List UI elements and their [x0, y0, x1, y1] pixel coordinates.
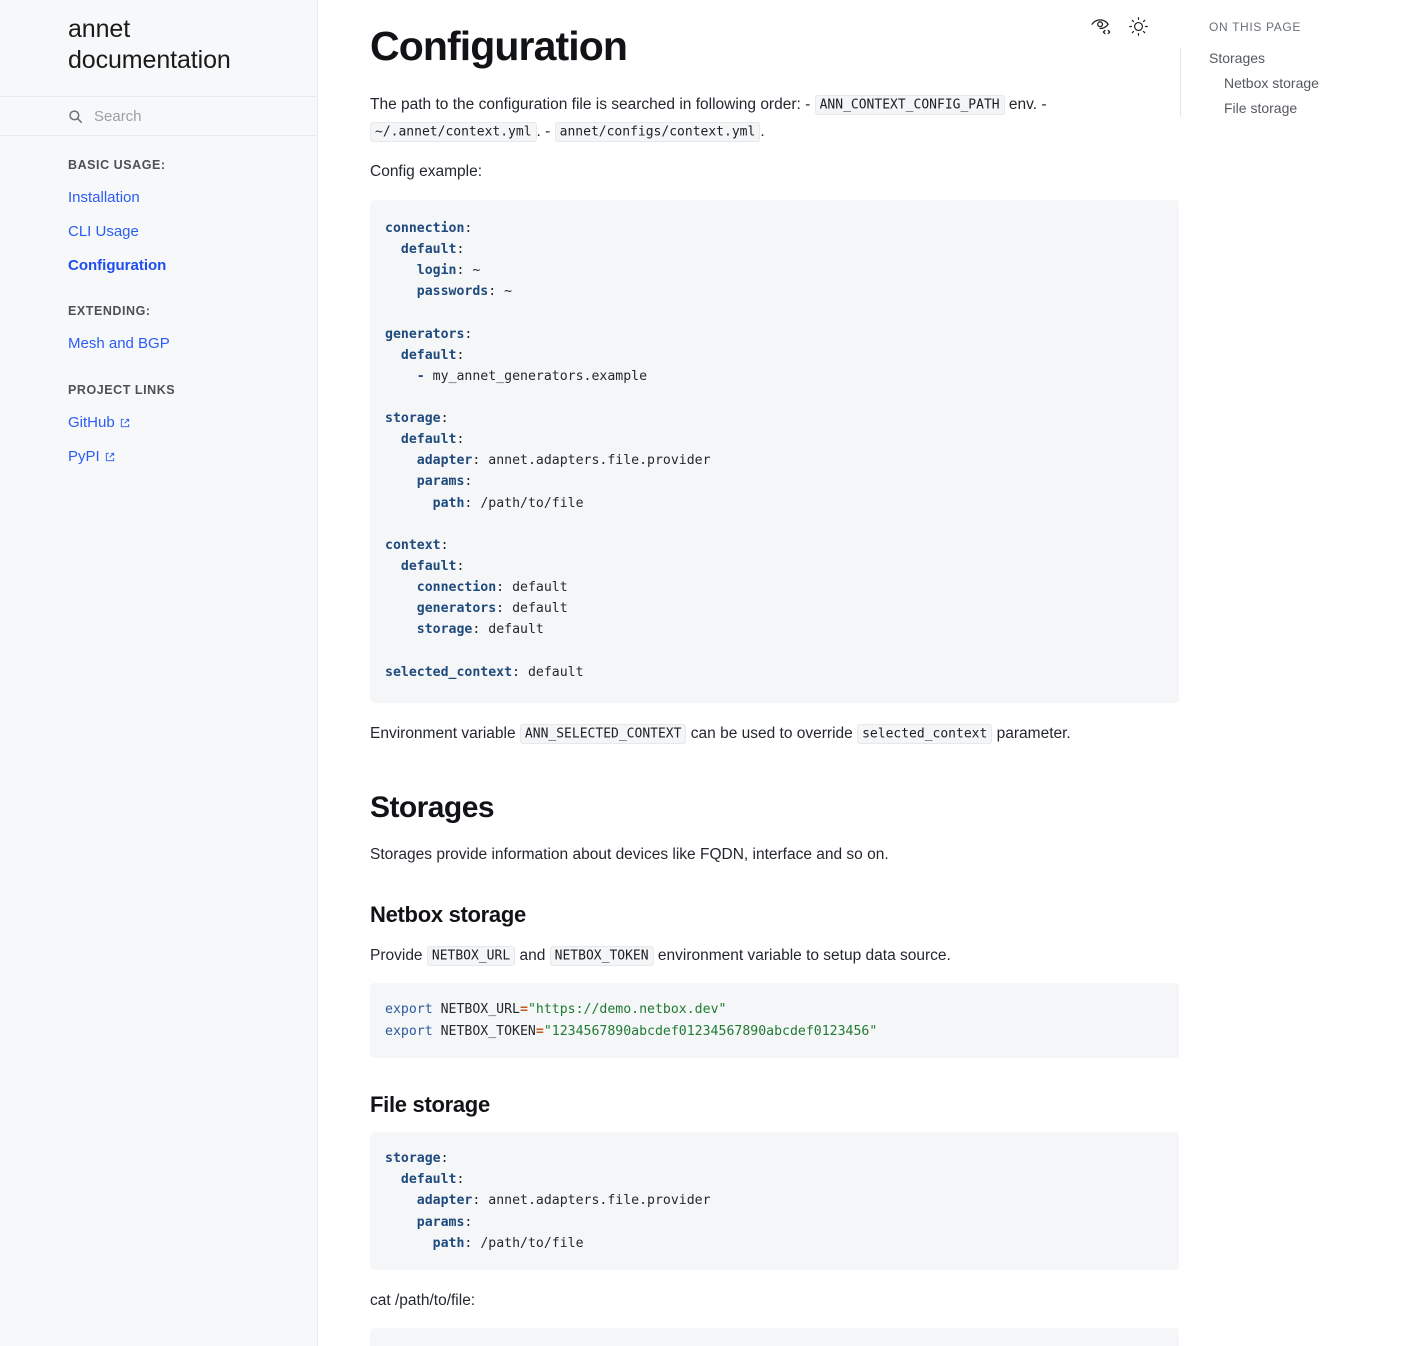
file-storage-yaml-code-block: storage: default: adapter: annet.adapter…: [370, 1132, 1179, 1270]
inline-code-netbox-token: NETBOX_TOKEN: [549, 946, 654, 967]
toc-item-storages[interactable]: Storages: [1209, 46, 1409, 71]
sidebar-nav: BASIC USAGE: Installation CLI Usage Conf…: [0, 136, 317, 474]
nav-group-title-basic-usage: BASIC USAGE:: [68, 158, 166, 172]
intro-text-mid2: . -: [536, 122, 551, 140]
sidebar-item-pypi[interactable]: PyPI: [0, 440, 317, 474]
inline-code-netbox-url: NETBOX_URL: [426, 946, 516, 967]
env-note-mid: can be used to override: [690, 724, 853, 742]
search-box[interactable]: [0, 96, 317, 136]
heading-file-storage: File storage: [370, 1091, 490, 1117]
env-note-before: Environment variable: [370, 724, 516, 742]
sidebar-item-github[interactable]: GitHub: [0, 406, 317, 440]
nav-group-title-project-links: PROJECT LINKS: [68, 383, 176, 397]
main-content-area: Configuration The path to the configurat…: [318, 0, 1179, 1346]
article: Configuration The path to the configurat…: [318, 23, 1179, 1346]
sidebar-item-installation[interactable]: Installation: [0, 181, 317, 215]
inline-code-ann-selected-context: ANN_SELECTED_CONTEXT: [519, 724, 687, 745]
inline-code-selected-context: selected_context: [857, 724, 993, 745]
netbox-paragraph: Provide NETBOX_URL and NETBOX_TOKEN envi…: [370, 943, 1179, 970]
heading-storages: Storages: [370, 791, 495, 825]
external-link-icon: [100, 448, 115, 465]
intro-text-after: .: [760, 122, 765, 140]
search-input[interactable]: [94, 107, 264, 125]
storages-paragraph: Storages provide information about devic…: [370, 845, 889, 863]
toc-item-netbox-storage[interactable]: Netbox storage: [1209, 71, 1409, 96]
netbox-bash-code-block: export NETBOX_URL="https://demo.netbox.d…: [370, 983, 1179, 1058]
inline-code-annet-configs-context-yml: annet/configs/context.yml: [554, 122, 761, 143]
sidebar: annet documentation BASIC USAGE: Install…: [0, 0, 318, 1346]
intro-text-before: The path to the configuration file is se…: [370, 95, 811, 113]
config-yaml-code-block: connection: default: login: ~ passwords:…: [370, 199, 1179, 703]
sidebar-item-configuration[interactable]: Configuration: [0, 249, 317, 283]
sidebar-item-cli-usage[interactable]: CLI Usage: [0, 215, 317, 249]
env-note-paragraph: Environment variable ANN_SELECTED_CONTEX…: [370, 721, 1179, 748]
inline-code-annet-context-yml: ~/.annet/context.yml: [370, 122, 537, 143]
sidebar-item-label: GitHub: [68, 414, 115, 431]
site-title: annet documentation: [68, 15, 231, 74]
external-link-icon: [115, 414, 130, 431]
intro-text-mid1: env. -: [1008, 95, 1047, 113]
devices-yaml-code-block: devices: - fqdn: myhost.yndx.net vendor:…: [370, 1328, 1179, 1346]
netbox-text-after: environment variable to setup data sourc…: [657, 946, 951, 964]
toc-heading: ON THIS PAGE: [1209, 20, 1302, 34]
page-title: Configuration: [370, 23, 628, 69]
netbox-text-mid: and: [519, 946, 546, 964]
cat-file-label: cat /path/to/file:: [370, 1291, 476, 1309]
on-this-page-toc: ON THIS PAGE Storages Netbox storage Fil…: [1179, 0, 1409, 1346]
intro-paragraph: The path to the configuration file is se…: [370, 92, 1179, 145]
documentation-page: annet documentation BASIC USAGE: Install…: [0, 0, 1409, 1346]
toc-item-file-storage[interactable]: File storage: [1209, 96, 1409, 121]
inline-code-ann-context-config-path: ANN_CONTEXT_CONFIG_PATH: [814, 95, 1005, 116]
search-icon: [68, 109, 94, 124]
netbox-text-before: Provide: [370, 946, 423, 964]
toc-list: Storages Netbox storage File storage: [1179, 46, 1409, 121]
config-example-label: Config example:: [370, 163, 483, 181]
heading-netbox-storage: Netbox storage: [370, 902, 526, 928]
nav-group-title-extending: EXTENDING:: [68, 304, 151, 319]
sidebar-item-label: PyPI: [68, 447, 100, 465]
sidebar-item-mesh-and-bgp[interactable]: Mesh and BGP: [0, 327, 317, 361]
env-note-after: parameter.: [996, 724, 1071, 742]
